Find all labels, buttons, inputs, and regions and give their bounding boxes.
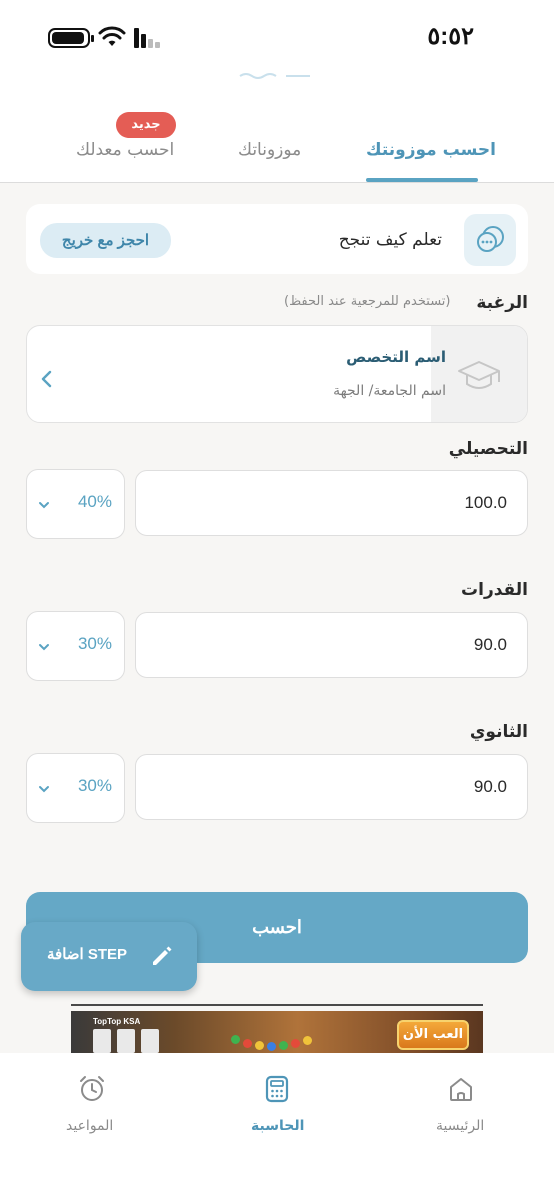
tahsili-weight-value: 40% xyxy=(77,492,112,511)
new-badge: جديد xyxy=(116,112,176,138)
graduation-cap-icon xyxy=(458,361,500,389)
thanawi-score-input[interactable]: 90.0 xyxy=(135,754,528,820)
major-title: اسم التخصص xyxy=(346,348,446,366)
ad-game-ball xyxy=(279,1041,288,1050)
chevron-down-icon xyxy=(39,502,49,509)
nav-home[interactable]: الرئيسية xyxy=(436,1118,484,1134)
thanawi-weight-value: 30% xyxy=(77,776,112,795)
desire-hint: (تستخدم للمرجعية عند الحفظ) xyxy=(284,294,451,309)
cellular-signal-icon xyxy=(134,28,162,48)
home-icon[interactable] xyxy=(446,1074,476,1104)
thanawi-label: الثانوي xyxy=(469,722,528,742)
ad-game-ball xyxy=(291,1039,300,1048)
nav-calculator[interactable]: الحاسبة xyxy=(251,1118,304,1134)
chat-bubbles-icon xyxy=(477,226,504,252)
logo-icon xyxy=(239,73,310,79)
qudurat-weight-value: 30% xyxy=(77,634,112,653)
ad-domino-tile xyxy=(141,1029,159,1053)
wifi-icon xyxy=(98,26,126,46)
ad-brand-text: TopTop KSA xyxy=(93,1017,141,1026)
chevron-down-icon xyxy=(39,644,49,651)
major-selector[interactable] xyxy=(26,325,528,423)
tahsili-score-input[interactable]: 100.0 xyxy=(135,470,528,536)
alarm-clock-icon[interactable] xyxy=(77,1074,107,1104)
tahsili-label: التحصيلي xyxy=(448,439,528,459)
status-time: ٥:٥٢ xyxy=(427,23,474,50)
active-tab-indicator xyxy=(366,178,478,182)
learn-how-text: تعلم كيف تنجح xyxy=(338,230,442,250)
ad-domino-tile xyxy=(117,1029,135,1053)
tahsili-weight-select[interactable]: 40% xyxy=(26,469,125,539)
qudurat-score-input[interactable]: 90.0 xyxy=(135,612,528,678)
ad-play-button[interactable]: العب الأن xyxy=(397,1020,469,1050)
qudurat-weight-select[interactable]: 30% xyxy=(26,611,125,681)
nav-appointments[interactable]: المواعيد xyxy=(66,1118,113,1134)
chevron-down-icon xyxy=(39,786,49,793)
add-step-label: اضافة STEP xyxy=(47,946,128,963)
desire-label: الرغبة xyxy=(476,293,528,313)
tab-calculate-gpa[interactable]: احسب معدلك xyxy=(76,140,174,160)
qudurat-label: القدرات xyxy=(461,580,528,600)
ad-domino-tile xyxy=(93,1029,111,1053)
chat-icon-box xyxy=(464,214,516,266)
tab-calculate-weighted[interactable]: احسب موزونتك xyxy=(366,140,496,160)
calculator-icon[interactable] xyxy=(262,1074,292,1104)
tab-my-weighted[interactable]: موزوناتك xyxy=(238,140,301,160)
major-icon-area xyxy=(431,326,527,422)
thanawi-weight-select[interactable]: 30% xyxy=(26,753,125,823)
ad-game-ball xyxy=(243,1039,252,1048)
chevron-left-icon xyxy=(41,370,52,388)
university-subtitle: اسم الجامعة/ الجهة xyxy=(333,383,446,399)
add-step-button[interactable]: اضافة STEP xyxy=(21,922,197,991)
pencil-icon xyxy=(153,946,172,965)
ad-banner[interactable]: TopTop KSA العب الأن xyxy=(71,1011,483,1054)
ad-game-ball xyxy=(267,1042,276,1051)
book-with-graduate-button[interactable]: احجز مع خريج xyxy=(40,223,171,258)
ad-game-ball xyxy=(255,1041,264,1050)
battery-icon xyxy=(48,28,94,48)
ad-game-ball xyxy=(303,1036,312,1045)
ad-divider xyxy=(71,1004,483,1006)
ad-game-ball xyxy=(231,1035,240,1044)
